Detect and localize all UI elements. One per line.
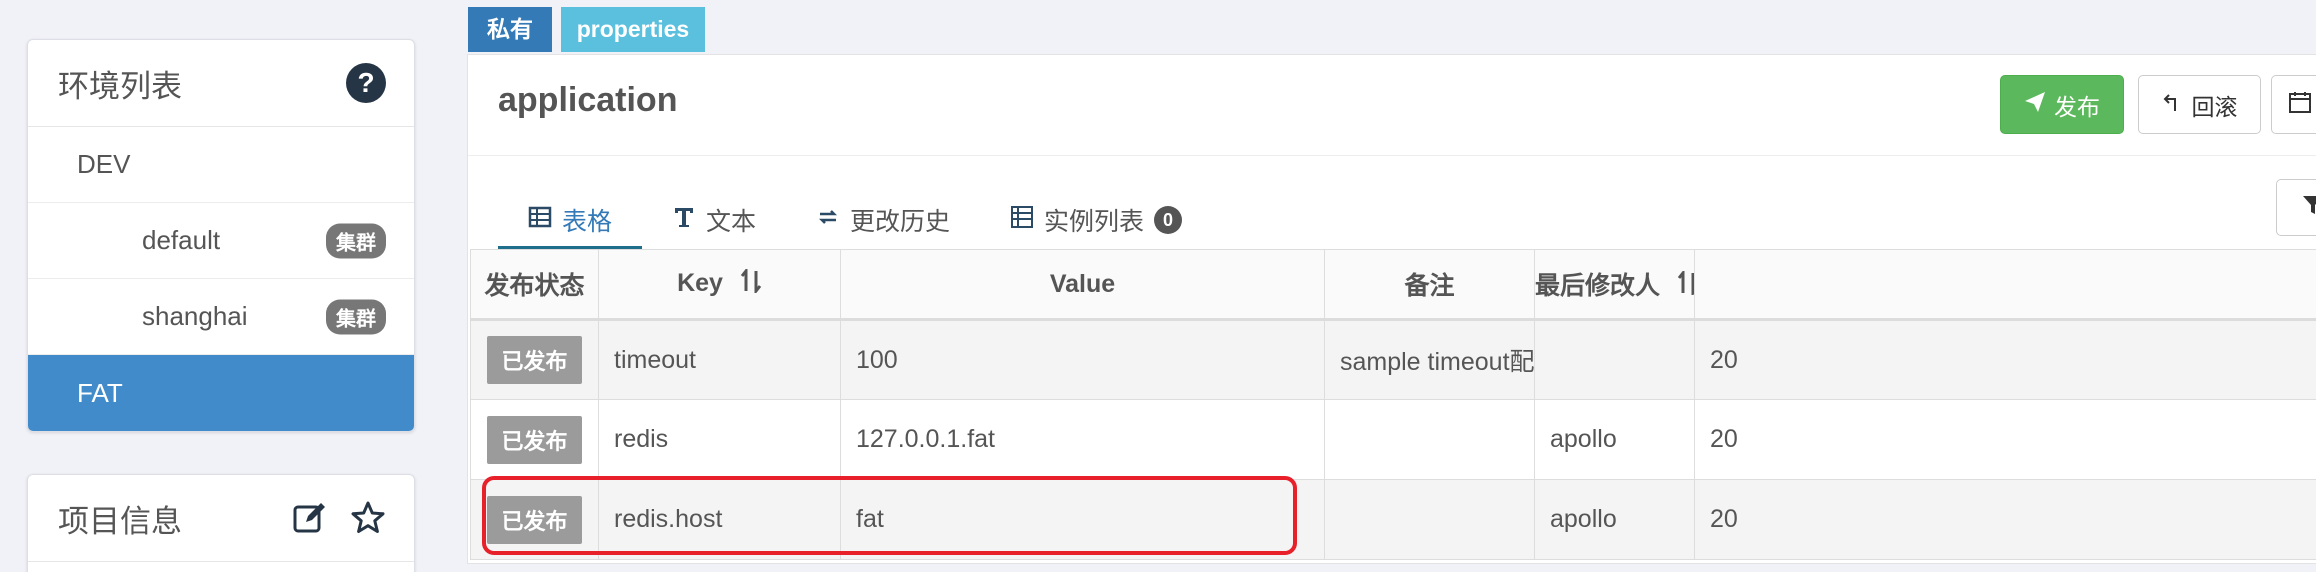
sort-icon[interactable] xyxy=(740,266,762,300)
history-icon xyxy=(816,205,840,236)
column-header-status: 发布状态 xyxy=(470,249,599,321)
instance-list-icon xyxy=(1010,205,1034,236)
publish-button-label: 发布 xyxy=(2054,93,2100,120)
env-item-dev[interactable]: DEV xyxy=(28,127,414,203)
cluster-item-label: shanghai xyxy=(142,301,248,331)
namespace-header: application 发布 回滚 xyxy=(468,55,2316,156)
modifier-cell: apollo xyxy=(1534,479,1695,560)
column-header-label: Key xyxy=(677,268,723,297)
namespace-panel: application 发布 回滚 表格 文本 更改历史 实例列表 0 发布状态… xyxy=(467,54,2316,564)
cluster-item-label: default xyxy=(142,225,221,255)
column-header-modifier[interactable]: 最后修改人 xyxy=(1534,249,1695,321)
column-header-value: Value xyxy=(840,249,1325,321)
project-info-header: 项目信息 xyxy=(28,475,414,562)
tab-label: 文本 xyxy=(706,208,757,236)
tab-text[interactable]: 文本 xyxy=(642,195,786,245)
value-cell: 127.0.0.1.fat xyxy=(840,399,1325,480)
value-cell: fat xyxy=(840,479,1325,560)
comment-cell xyxy=(1324,479,1535,560)
environment-list-title: 环境列表 xyxy=(58,68,182,104)
format-label: properties xyxy=(561,7,705,52)
environment-list-header: 环境列表 ? xyxy=(28,40,414,127)
column-header-key[interactable]: Key xyxy=(598,249,841,321)
key-cell: timeout xyxy=(598,319,841,400)
cluster-badge: 集群 xyxy=(326,299,386,334)
environment-list-panel: 环境列表 ? DEV default 集群 shanghai 集群 FAT xyxy=(27,39,415,432)
table-icon xyxy=(528,205,552,236)
status-cell: 已发布 xyxy=(470,319,599,400)
tab-label: 表格 xyxy=(562,208,613,236)
env-item-fat[interactable]: FAT xyxy=(28,355,414,431)
instance-count-badge: 0 xyxy=(1154,206,1183,234)
column-header-comment: 备注 xyxy=(1324,249,1535,321)
rollback-button-label: 回滚 xyxy=(2191,93,2238,120)
comment-cell xyxy=(1324,399,1535,480)
cluster-badge: 集群 xyxy=(326,223,386,258)
column-header-partial xyxy=(1694,249,2316,321)
modifier-cell xyxy=(1534,319,1695,400)
project-info-title: 项目信息 xyxy=(58,503,182,539)
tab-instances[interactable]: 实例列表 0 xyxy=(980,195,1212,245)
filter-icon xyxy=(2301,193,2316,222)
text-icon xyxy=(672,205,696,236)
tab-label: 更改历史 xyxy=(850,208,951,236)
partial-cell: 20 xyxy=(1694,479,2316,560)
cluster-item-shanghai[interactable]: shanghai 集群 xyxy=(28,279,414,355)
tab-label: 实例列表 xyxy=(1044,208,1145,236)
send-icon xyxy=(2024,91,2046,119)
status-cell: 已发布 xyxy=(470,399,599,480)
partial-cell: 20 xyxy=(1694,319,2316,400)
private-scope-label: 私有 xyxy=(468,7,552,52)
key-cell: redis.host xyxy=(598,479,841,560)
key-cell: redis xyxy=(598,399,841,480)
edit-icon[interactable] xyxy=(292,500,328,536)
sort-icon[interactable] xyxy=(1677,269,1694,302)
rollback-button[interactable]: 回滚 xyxy=(2138,75,2261,134)
publish-button[interactable]: 发布 xyxy=(2000,75,2124,134)
config-table: 发布状态 Key Value 备注 最后修改人 已发布 timeout 100 … xyxy=(470,249,2316,560)
status-badge: 已发布 xyxy=(487,415,582,464)
env-item-label: FAT xyxy=(77,377,123,408)
status-badge: 已发布 xyxy=(487,495,582,544)
rollback-icon xyxy=(2162,91,2184,119)
table-header-row: 发布状态 Key Value 备注 最后修改人 xyxy=(470,249,2316,321)
view-tabs: 表格 文本 更改历史 实例列表 0 xyxy=(498,195,1212,251)
filter-button[interactable] xyxy=(2276,179,2316,236)
calendar-icon xyxy=(2288,90,2312,120)
status-badge: 已发布 xyxy=(487,336,582,384)
table-row: 已发布 redis.host fat apollo 20 xyxy=(470,479,2316,560)
project-info-panel: 项目信息 xyxy=(27,474,415,572)
tab-history[interactable]: 更改历史 xyxy=(786,195,980,245)
tab-table[interactable]: 表格 xyxy=(498,195,643,251)
modifier-cell: apollo xyxy=(1534,399,1695,480)
env-item-label: DEV xyxy=(77,149,131,179)
table-row: 已发布 timeout 100 sample timeout配置 20 xyxy=(470,319,2316,400)
column-header-label: 最后修改人 xyxy=(1535,271,1661,300)
status-cell: 已发布 xyxy=(470,479,599,560)
table-row: 已发布 redis 127.0.0.1.fat apollo 20 xyxy=(470,399,2316,480)
namespace-name: application xyxy=(498,81,678,119)
calendar-button[interactable] xyxy=(2271,75,2316,134)
partial-cell: 20 xyxy=(1694,399,2316,480)
question-circle-icon[interactable]: ? xyxy=(346,63,386,103)
cluster-item-default[interactable]: default 集群 xyxy=(28,203,414,279)
value-cell: 100 xyxy=(840,319,1325,400)
star-icon[interactable] xyxy=(350,500,386,536)
comment-cell: sample timeout配置 xyxy=(1324,319,1535,400)
